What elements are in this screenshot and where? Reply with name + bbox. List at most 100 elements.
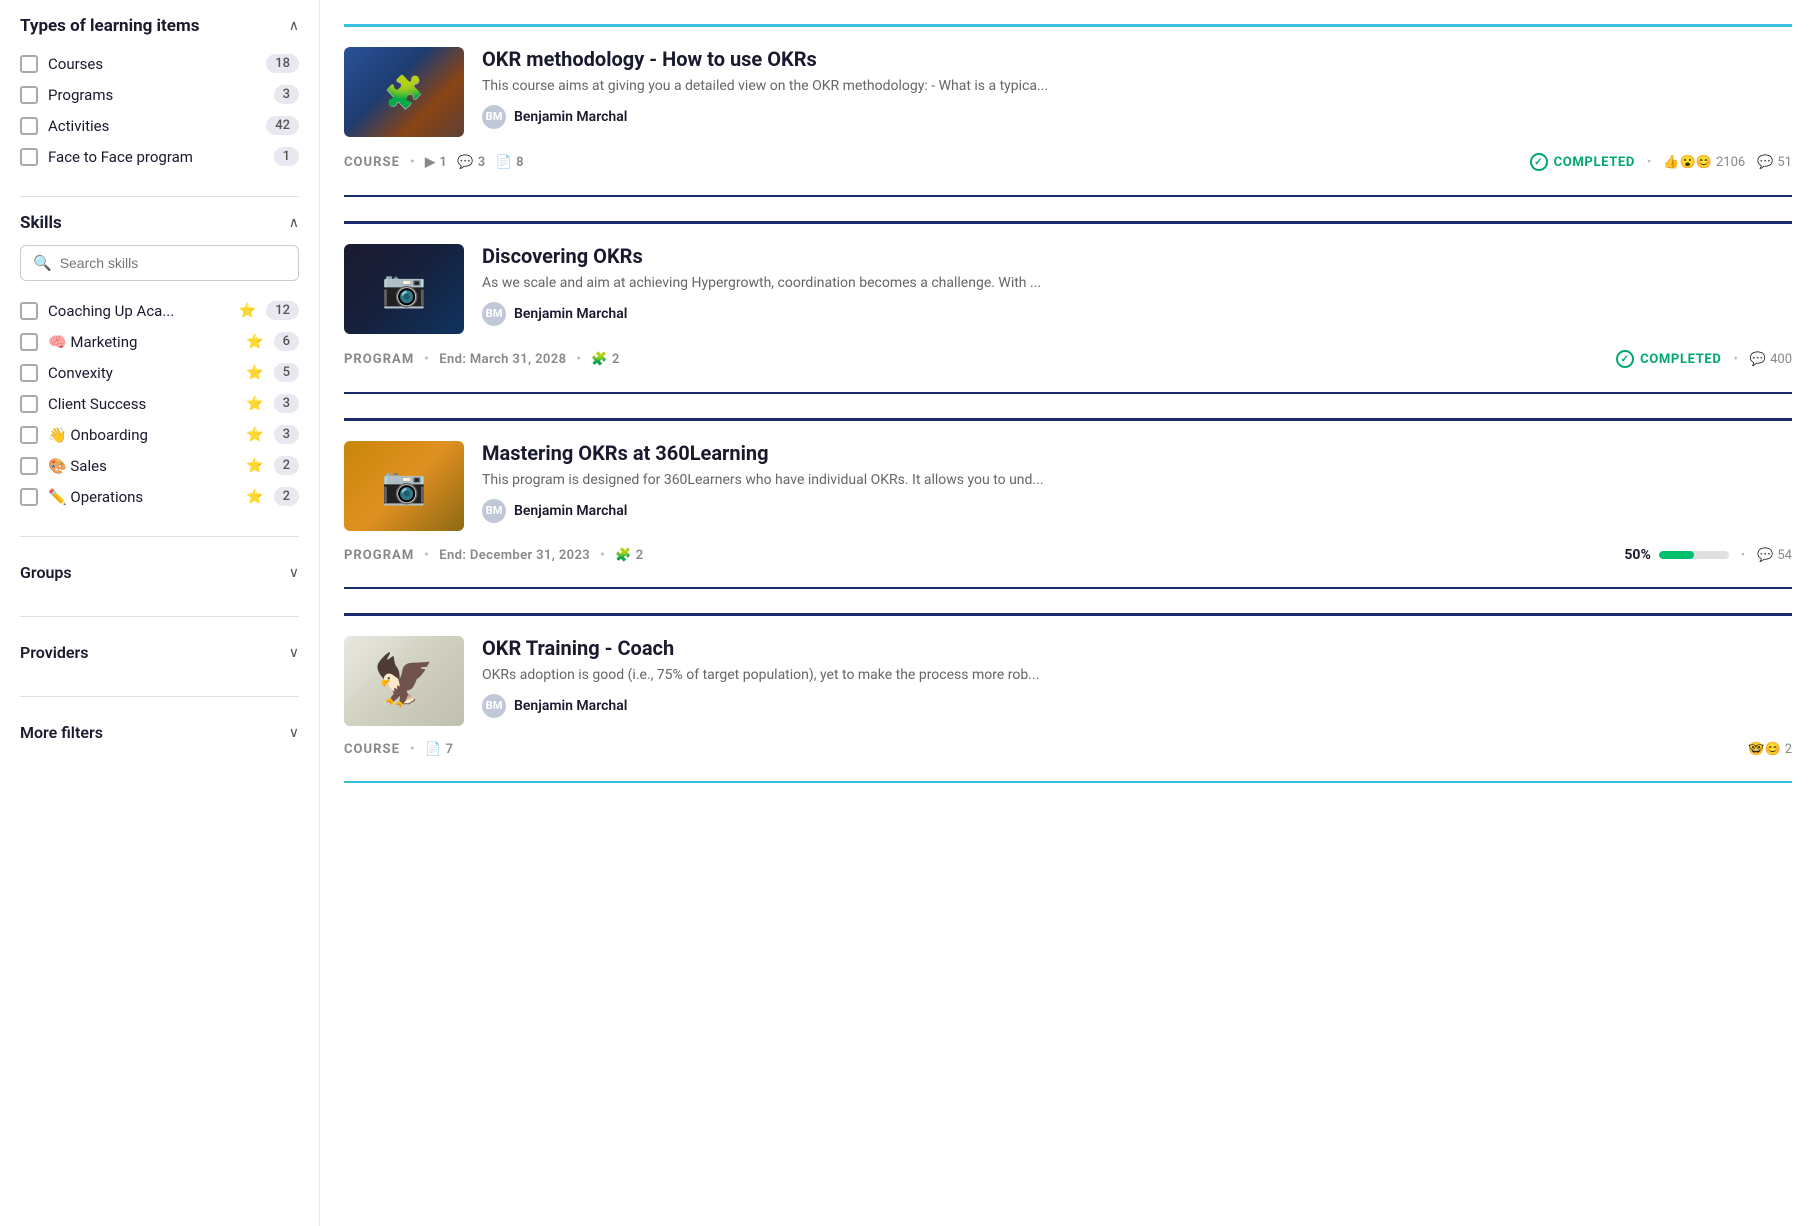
skill-coaching-label: Coaching Up Aca... — [48, 302, 229, 320]
meta-quiz: 💬 3 — [457, 155, 485, 170]
doc-count: 8 — [516, 155, 524, 170]
skills-search-box[interactable]: 🔍 — [20, 245, 299, 281]
activities-badge: 42 — [266, 116, 299, 135]
programs-badge: 3 — [274, 85, 299, 104]
reactions: 👍😮😊 2106 — [1663, 155, 1745, 170]
card-title[interactable]: OKR Training - Coach — [482, 636, 1792, 660]
skill-convexity-checkbox[interactable] — [20, 364, 38, 382]
check-icon: ✓ — [1530, 153, 1548, 171]
card-meta-left: COURSE • ▶ 1 💬 3 📄 8 — [344, 155, 524, 170]
card-meta-left: PROGRAM • End: December 31, 2023 • 🧩 2 — [344, 548, 644, 563]
puzzle-count: 2 — [636, 548, 644, 563]
skill-onboarding-star: ⭐ — [246, 427, 263, 443]
skill-client-success-badge: 3 — [274, 394, 299, 413]
card-meta: PROGRAM • End: December 31, 2023 • 🧩 2 5… — [344, 543, 1792, 563]
reaction-emojis: 👍😮😊 — [1663, 155, 1712, 170]
skill-convexity-badge: 5 — [274, 363, 299, 382]
meta-dot: • — [410, 155, 415, 170]
more-filters-chevron: ∨ — [289, 725, 299, 741]
progress-bar-bg — [1659, 551, 1729, 559]
card-meta: COURSE • 📄 7 🤓😊 2 — [344, 738, 1792, 757]
author-name: Benjamin Marchal — [514, 109, 627, 125]
programs-label: Programs — [48, 86, 264, 104]
end-date: End: March 31, 2028 — [439, 352, 566, 367]
status-completed: ✓ COMPLETED — [1616, 350, 1721, 368]
groups-section: Groups ∨ — [20, 536, 299, 592]
f2f-badge: 1 — [274, 147, 299, 166]
card-thumbnail: 📷 — [344, 244, 464, 334]
reaction-emojis: 🤓😊 — [1748, 742, 1780, 757]
card-type: COURSE — [344, 155, 400, 170]
comments: 💬 54 — [1757, 548, 1792, 563]
progress-pct: 50% — [1624, 547, 1650, 563]
meta-puzzle: 🧩 2 — [591, 352, 619, 367]
programs-checkbox[interactable] — [20, 86, 38, 104]
filter-item-courses: Courses 18 — [20, 48, 299, 79]
skill-operations: ✏️ Operations ⭐ 2 — [20, 481, 299, 512]
skill-marketing-checkbox[interactable] — [20, 333, 38, 351]
card-info: Discovering OKRs As we scale and aim at … — [482, 244, 1792, 326]
reaction-count: 2 — [1785, 742, 1792, 757]
quiz-icon: 💬 — [457, 155, 474, 170]
courses-label: Courses — [48, 55, 256, 73]
comment-icon: 💬 — [1750, 352, 1766, 367]
search-input[interactable] — [60, 255, 286, 271]
card-top: 📷 Mastering OKRs at 360Learning This pro… — [344, 441, 1792, 531]
author-name: Benjamin Marchal — [514, 306, 627, 322]
puzzle-icon: 🧩 — [591, 352, 608, 367]
more-filters-header[interactable]: More filters ∨ — [20, 713, 299, 752]
card-title[interactable]: Discovering OKRs — [482, 244, 1792, 268]
f2f-checkbox[interactable] — [20, 148, 38, 166]
meta-dot-2: • — [1647, 155, 1651, 170]
doc-icon: 📄 — [496, 155, 513, 170]
skill-coaching-checkbox[interactable] — [20, 302, 38, 320]
filter-item-f2f: Face to Face program 1 — [20, 141, 299, 172]
skill-marketing-label: 🧠 Marketing — [48, 333, 236, 351]
puzzle-icon: 🧩 — [615, 548, 632, 563]
learning-types-header[interactable]: Types of learning items ∧ — [20, 16, 299, 36]
meta-video: ▶ 1 — [425, 155, 447, 170]
skill-client-success-label: Client Success — [48, 395, 236, 413]
skill-marketing: 🧠 Marketing ⭐ 6 — [20, 326, 299, 357]
activities-checkbox[interactable] — [20, 117, 38, 135]
providers-header[interactable]: Providers ∨ — [20, 633, 299, 672]
puzzle-count: 2 — [612, 352, 620, 367]
meta-puzzle: 🧩 2 — [615, 548, 643, 563]
card-thumbnail: 🦅 — [344, 636, 464, 726]
groups-header[interactable]: Groups ∨ — [20, 553, 299, 592]
card-title[interactable]: Mastering OKRs at 360Learning — [482, 441, 1792, 465]
reaction-count: 2106 — [1716, 155, 1745, 170]
author-name: Benjamin Marchal — [514, 503, 627, 519]
courses-checkbox[interactable] — [20, 55, 38, 73]
card-type: PROGRAM — [344, 548, 414, 563]
author-avatar: BM — [482, 105, 506, 129]
meta-dot-3: • — [1741, 548, 1745, 563]
card-author: BM Benjamin Marchal — [482, 105, 1792, 129]
meta-dot: • — [410, 742, 415, 757]
status-label: COMPLETED — [1554, 155, 1635, 170]
status-completed: ✓ COMPLETED — [1530, 153, 1635, 171]
card-meta: PROGRAM • End: March 31, 2028 • 🧩 2 ✓ CO… — [344, 346, 1792, 368]
skill-sales-checkbox[interactable] — [20, 457, 38, 475]
learning-types-section: Types of learning items ∧ Courses 18 Pro… — [20, 16, 299, 172]
skill-convexity-label: Convexity — [48, 364, 236, 382]
skills-header[interactable]: Skills ∧ — [20, 213, 299, 233]
skill-onboarding-label: 👋 Onboarding — [48, 426, 236, 444]
skill-client-success-checkbox[interactable] — [20, 395, 38, 413]
skill-onboarding-checkbox[interactable] — [20, 426, 38, 444]
learning-types-title: Types of learning items — [20, 16, 199, 36]
status-label: COMPLETED — [1640, 352, 1721, 367]
video-count: 1 — [439, 155, 447, 170]
card-meta-right: ✓ COMPLETED • 💬 400 — [1616, 350, 1792, 368]
card-meta-right: 50% • 💬 54 — [1624, 547, 1792, 563]
providers-chevron: ∨ — [289, 645, 299, 661]
search-icon: 🔍 — [33, 254, 52, 272]
skill-operations-checkbox[interactable] — [20, 488, 38, 506]
skill-onboarding: 👋 Onboarding ⭐ 3 — [20, 419, 299, 450]
groups-chevron: ∨ — [289, 565, 299, 581]
card-author: BM Benjamin Marchal — [482, 302, 1792, 326]
card-description: This program is designed for 360Learners… — [482, 471, 1792, 491]
progress-group: 50% — [1624, 547, 1728, 563]
meta-doc: 📄 7 — [425, 742, 453, 757]
card-title[interactable]: OKR methodology - How to use OKRs — [482, 47, 1792, 71]
